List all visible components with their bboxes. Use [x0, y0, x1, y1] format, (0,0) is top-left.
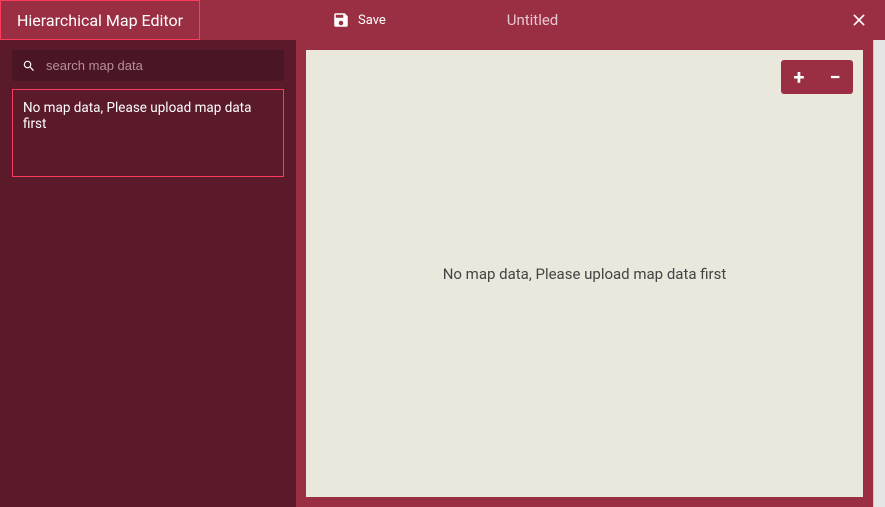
save-label: Save: [358, 13, 386, 28]
sidebar-empty-message: No map data, Please upload map data firs…: [12, 89, 284, 177]
search-input[interactable]: [46, 58, 274, 73]
scrollbar-vertical[interactable]: [873, 40, 885, 507]
save-button[interactable]: Save: [332, 11, 386, 29]
map-canvas[interactable]: No map data, Please upload map data firs…: [306, 50, 863, 497]
search-icon: [22, 59, 36, 73]
header-bar: Hierarchical Map Editor Save Untitled: [0, 0, 885, 40]
app-root: Hierarchical Map Editor Save Untitled No…: [0, 0, 885, 507]
canvas-container: No map data, Please upload map data firs…: [296, 40, 873, 507]
search-box[interactable]: [12, 50, 284, 81]
zoom-out-button[interactable]: −: [817, 60, 853, 94]
document-title: Untitled: [433, 11, 633, 29]
close-icon: [851, 12, 867, 28]
app-title: Hierarchical Map Editor: [0, 0, 200, 40]
sidebar: No map data, Please upload map data firs…: [0, 40, 296, 507]
zoom-in-button[interactable]: +: [781, 60, 817, 94]
canvas-empty-message: No map data, Please upload map data firs…: [443, 265, 727, 283]
zoom-controls: + −: [781, 60, 853, 94]
save-icon: [332, 11, 350, 29]
close-button[interactable]: [839, 0, 879, 40]
body: No map data, Please upload map data firs…: [0, 40, 885, 507]
